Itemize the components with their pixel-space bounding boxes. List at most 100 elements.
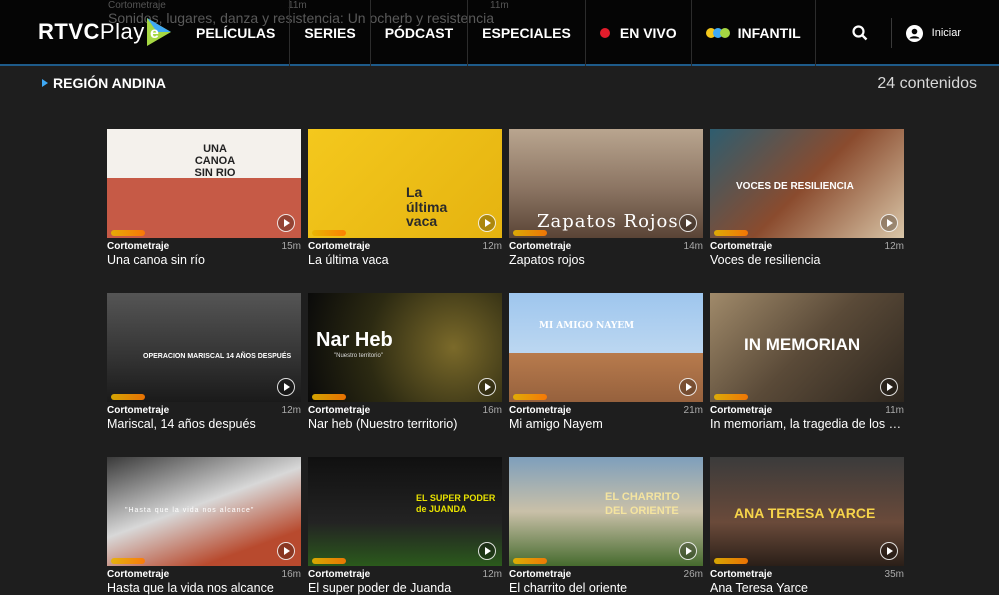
rtvc-badge-icon — [513, 394, 547, 400]
card-title: Nar heb (Nuestro territorio) — [308, 417, 458, 431]
top-nav: Sonidos, lugares, danza y resistencia: U… — [0, 0, 999, 66]
card-title: Zapatos rojos — [509, 253, 585, 267]
content-grid: UNA CANOA SIN RIO Cortometraje 15m Una ca… — [107, 129, 904, 595]
card-title: Ana Teresa Yarce — [710, 581, 808, 595]
nav-item-infantil[interactable]: INFANTIL — [690, 0, 816, 66]
content-card[interactable]: ANA TERESA YARCE Cortometraje 35m Ana Ter… — [710, 457, 904, 595]
thumbnail: EL CHARRITO DEL ORIENTE — [509, 457, 703, 566]
card-title: Mi amigo Nayem — [509, 417, 603, 431]
card-title: Hasta que la vida nos alcance — [107, 581, 274, 595]
card-duration: 12m — [482, 569, 502, 580]
card-category: Cortometraje — [308, 569, 371, 580]
play-icon — [478, 542, 496, 560]
card-duration: 11m — [885, 405, 904, 416]
card-title: Voces de resiliencia — [710, 253, 821, 267]
thumbnail: EL SUPER PODER de JUANDA — [308, 457, 502, 566]
ghost-category: Cortometraje — [108, 0, 166, 11]
nav-right: Iniciar — [829, 0, 999, 66]
search-icon — [852, 25, 868, 41]
card-title: In memoriam, la tragedia de los d... — [710, 417, 904, 431]
content-card[interactable]: EL CHARRITO DEL ORIENTE Cortometraje 26m … — [509, 457, 703, 595]
play-icon — [880, 542, 898, 560]
card-category: Cortometraje — [509, 569, 572, 580]
content-card[interactable]: EL SUPER PODER de JUANDA Cortometraje 12m… — [308, 457, 502, 595]
user-icon — [905, 24, 923, 42]
play-icon — [277, 542, 295, 560]
thumbnail: La última vaca — [308, 129, 502, 238]
rtvc-play-logo[interactable]: RTVCPlay e — [38, 16, 173, 48]
play-icon — [880, 378, 898, 396]
thumbnail: Nar Heb "Nuestro territorio" — [308, 293, 502, 402]
content-card[interactable]: IN MEMORIAN Cortometraje 11m In memoriam,… — [710, 293, 904, 431]
content-card[interactable]: Nar Heb "Nuestro territorio" Cortometraj… — [308, 293, 502, 431]
content-card[interactable]: La última vaca Cortometraje 12m La última… — [308, 129, 502, 267]
card-title: Mariscal, 14 años después — [107, 417, 256, 431]
card-duration: 12m — [884, 241, 904, 252]
rtvc-badge-icon — [714, 394, 748, 400]
card-duration: 12m — [281, 405, 301, 416]
rtvc-badge-icon — [513, 558, 547, 564]
rtvc-badge-icon — [714, 558, 748, 564]
thumbnail: VOCES DE RESILIENCIA — [710, 129, 904, 238]
card-category: Cortometraje — [509, 241, 572, 252]
live-dot-icon — [599, 28, 610, 38]
play-logo-icon: e — [146, 18, 171, 46]
thumbnail: UNA CANOA SIN RIO — [107, 129, 301, 238]
login-button[interactable]: Iniciar — [892, 24, 999, 42]
card-duration: 12m — [482, 241, 502, 252]
card-duration: 21m — [683, 405, 703, 416]
card-category: Cortometraje — [710, 405, 773, 416]
card-category: Cortometraje — [509, 405, 572, 416]
nav-item-peliculas[interactable]: PELÍCULAS — [180, 0, 289, 66]
card-category: Cortometraje — [107, 241, 170, 252]
nav-item-en-vivo[interactable]: EN VIVO — [584, 0, 691, 66]
nav-item-podcast[interactable]: PÓDCAST — [369, 0, 467, 66]
content-card[interactable]: MI AMIGO NAYEM Cortometraje 21m Mi amigo … — [509, 293, 703, 431]
content-card[interactable]: UNA CANOA SIN RIO Cortometraje 15m Una ca… — [107, 129, 301, 267]
card-category: Cortometraje — [308, 241, 371, 252]
play-icon — [277, 214, 295, 232]
content-card[interactable]: "Hasta que la vida nos alcance" Cortomet… — [107, 457, 301, 595]
content-card[interactable]: OPERACION MARISCAL 14 AÑOS DESPUÉS Corto… — [107, 293, 301, 431]
nav-item-series[interactable]: SERIES — [289, 0, 369, 66]
card-category: Cortometraje — [710, 569, 773, 580]
play-icon — [679, 542, 697, 560]
content-card[interactable]: VOCES DE RESILIENCIA Cortometraje 12m Voc… — [710, 129, 904, 267]
card-duration: 35m — [884, 569, 904, 580]
play-icon — [478, 214, 496, 232]
card-category: Cortometraje — [107, 569, 170, 580]
svg-text:e: e — [150, 25, 159, 42]
thumbnail: IN MEMORIAN — [710, 293, 904, 402]
thumbnail: MI AMIGO NAYEM — [509, 293, 703, 402]
card-duration: 14m — [683, 241, 703, 252]
rtvc-badge-icon — [312, 394, 346, 400]
card-duration: 26m — [683, 569, 703, 580]
rtvc-badge-icon — [111, 394, 145, 400]
card-title: El charrito del oriente — [509, 581, 628, 595]
card-category: Cortometraje — [710, 241, 773, 252]
play-icon — [880, 214, 898, 232]
rtvc-badge-icon — [312, 230, 346, 236]
rtvc-badge-icon — [111, 558, 145, 564]
nav-menu: PELÍCULAS SERIES PÓDCAST ESPECIALES EN V… — [180, 0, 816, 66]
thumbnail: Zapatos Rojos — [509, 129, 703, 238]
card-category: Cortometraje — [107, 405, 170, 416]
rtvc-badge-icon — [513, 230, 547, 236]
kids-icon — [705, 28, 730, 38]
play-icon — [277, 378, 295, 396]
card-duration: 15m — [281, 241, 301, 252]
card-title: El super poder de Juanda — [308, 581, 452, 595]
nav-item-especiales[interactable]: ESPECIALES — [467, 0, 585, 66]
thumbnail: OPERACION MARISCAL 14 AÑOS DESPUÉS — [107, 293, 301, 402]
rtvc-badge-icon — [312, 558, 346, 564]
rtvc-badge-icon — [714, 230, 748, 236]
thumbnail: ANA TERESA YARCE — [710, 457, 904, 566]
thumbnail: "Hasta que la vida nos alcance" — [107, 457, 301, 566]
rtvc-badge-icon — [111, 230, 145, 236]
search-button[interactable] — [829, 0, 891, 66]
card-category: Cortometraje — [308, 405, 371, 416]
play-icon — [679, 214, 697, 232]
content-card[interactable]: Zapatos Rojos Cortometraje 14m Zapatos ro… — [509, 129, 703, 267]
logo-text: RTVCPlay — [38, 19, 145, 44]
play-icon — [679, 378, 697, 396]
